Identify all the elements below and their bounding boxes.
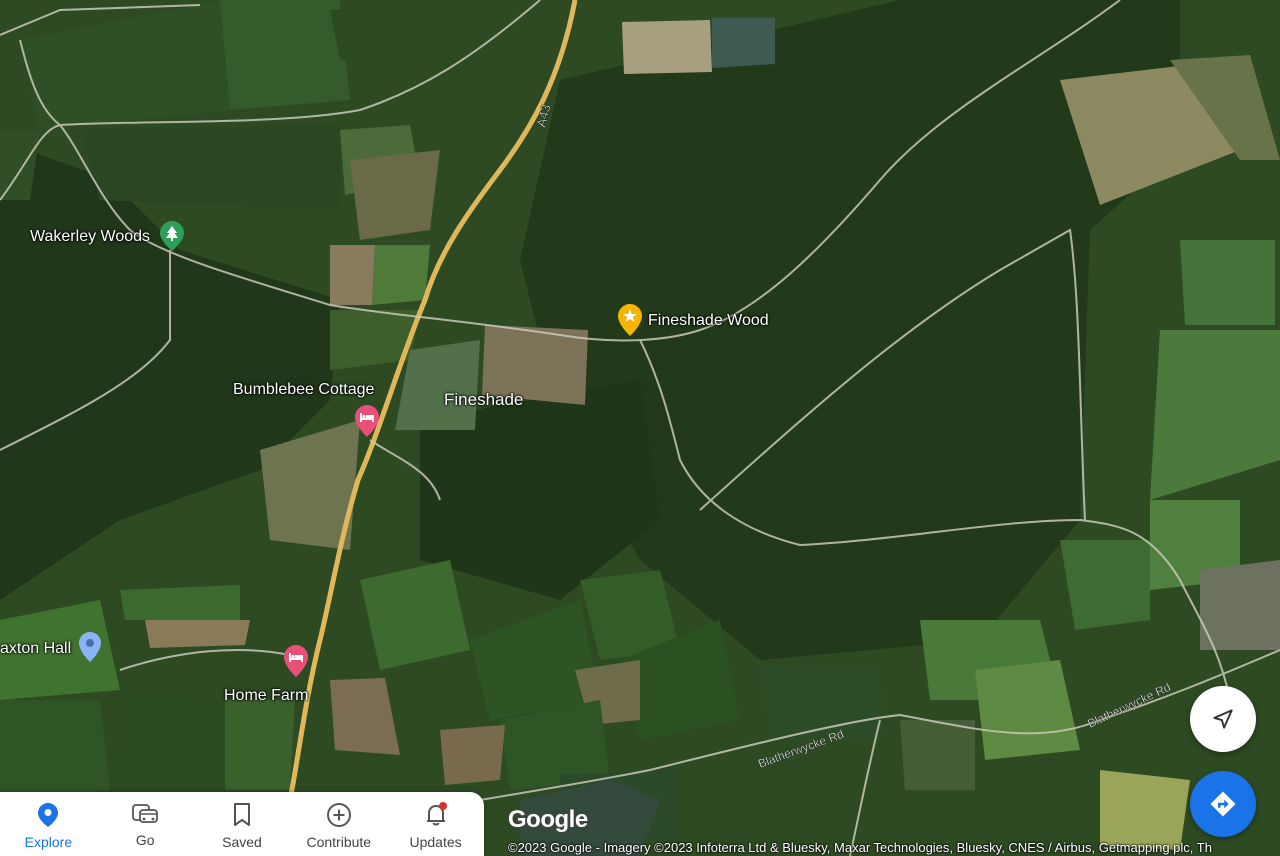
nav-label: Updates	[409, 834, 462, 850]
directions-button[interactable]	[1190, 771, 1256, 837]
bottom-navigation: Explore Go Saved Contribute Updates	[0, 792, 484, 856]
navigation-arrow-icon	[1213, 709, 1233, 729]
notification-badge	[438, 802, 447, 810]
directions-icon	[1210, 791, 1236, 817]
nav-explore[interactable]: Explore	[0, 792, 97, 856]
star-icon[interactable]	[618, 304, 642, 341]
my-location-button[interactable]	[1190, 686, 1256, 752]
nav-label: Contribute	[306, 834, 372, 850]
location-pin-icon[interactable]	[79, 632, 101, 667]
bed-icon[interactable]	[355, 405, 379, 442]
nav-label: Explore	[24, 834, 73, 850]
map-attribution[interactable]: ©2023 Google - Imagery ©2023 Infoterra L…	[508, 840, 1212, 855]
location-pin-icon	[38, 803, 59, 827]
place-label-laxton-hall[interactable]: axton Hall	[0, 640, 71, 658]
nav-label: Go	[135, 832, 155, 848]
tree-icon[interactable]	[160, 221, 184, 256]
bell-icon	[426, 802, 447, 826]
bookmark-icon	[233, 803, 250, 826]
place-label-wakerley-woods[interactable]: Wakerley Woods	[30, 228, 150, 246]
place-label-fineshade[interactable]: Fineshade	[444, 390, 523, 410]
car-icon	[132, 804, 159, 823]
nav-saved[interactable]: Saved	[194, 792, 291, 856]
nav-label: Saved	[222, 834, 262, 850]
satellite-map[interactable]: A43 Blatherwycke Rd Blatherwycke Rd	[0, 0, 1280, 856]
nav-go[interactable]: Go	[97, 792, 194, 856]
google-logo: Google	[508, 806, 588, 833]
plus-circle-icon	[326, 803, 351, 827]
place-label-bumblebee-cottage[interactable]: Bumblebee Cottage	[233, 381, 374, 399]
place-label-home-farm[interactable]: Home Farm	[224, 687, 308, 705]
bed-icon[interactable]	[284, 645, 308, 682]
nav-updates[interactable]: Updates	[387, 792, 484, 856]
place-label-fineshade-wood[interactable]: Fineshade Wood	[648, 312, 769, 330]
nav-contribute[interactable]: Contribute	[290, 792, 387, 856]
